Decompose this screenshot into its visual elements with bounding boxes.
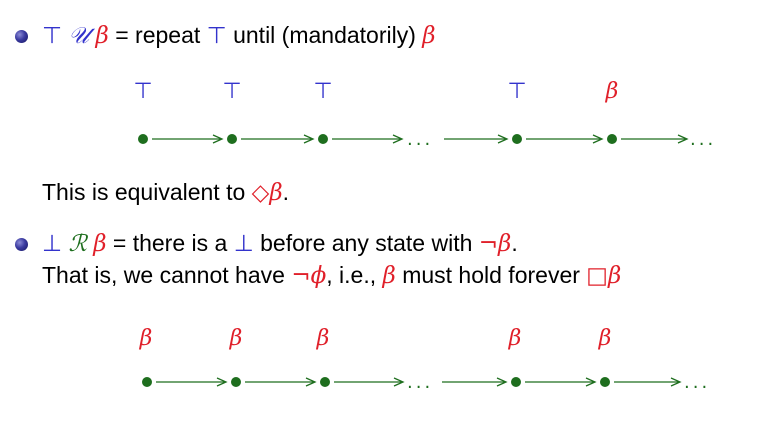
- state-sequence-diagram: [138, 134, 689, 144]
- release-text-1: = there is a: [106, 230, 234, 256]
- beta-symbol: β: [382, 263, 396, 289]
- release-text-2: before any state with: [253, 230, 479, 256]
- state-node: [318, 134, 328, 144]
- beta-symbol: β: [95, 23, 109, 49]
- state-node: [138, 134, 148, 144]
- eventually-operator: ◇: [251, 180, 270, 206]
- bottom-symbol: ⊥: [233, 231, 254, 257]
- explanation-text-2: , i.e.,: [326, 262, 383, 288]
- until-definition: ⊤ 𝒰 β = repeat ⊤ until (mandatorily) β: [42, 21, 436, 50]
- state-node: [227, 134, 237, 144]
- release-operator: ℛ: [68, 231, 87, 257]
- beta-symbol: β: [608, 263, 622, 289]
- state-node: [511, 377, 521, 387]
- release-definition: ⊥ ℛ β = there is a ⊥ before any state wi…: [42, 229, 518, 258]
- state-label: β: [139, 326, 153, 351]
- state-node: [600, 377, 610, 387]
- state-sequence-diagram: [142, 377, 682, 387]
- until-text-2: until (mandatorily): [226, 22, 423, 48]
- bullet-icon: [15, 238, 28, 251]
- state-label: ⊤: [507, 79, 527, 104]
- state-node: [320, 377, 330, 387]
- equivalence-text: This is equivalent to: [42, 179, 252, 205]
- ellipsis: ...: [407, 129, 434, 150]
- state-node: [231, 377, 241, 387]
- negated-beta: ¬β: [478, 231, 512, 257]
- period: .: [282, 179, 290, 205]
- top-symbol: ⊤: [42, 23, 63, 49]
- state-node: [607, 134, 617, 144]
- negated-phi: ¬ϕ: [291, 263, 327, 289]
- until-text-1: = repeat: [108, 22, 207, 48]
- state-label: β: [605, 79, 619, 104]
- state-node: [512, 134, 522, 144]
- bottom-symbol: ⊥: [42, 231, 63, 257]
- state-label: ⊤: [222, 79, 242, 104]
- until-operator: 𝒰: [68, 23, 90, 49]
- state-label: β: [598, 326, 612, 351]
- beta-symbol: β: [422, 23, 436, 49]
- top-symbol: ⊤: [206, 23, 227, 49]
- period: .: [511, 230, 518, 256]
- state-label: β: [508, 326, 522, 351]
- equivalence-note: This is equivalent to ◇β.: [42, 178, 289, 207]
- explanation-text-1: That is, we cannot have: [42, 262, 292, 288]
- state-label: ⊤: [313, 79, 333, 104]
- ellipsis: ...: [690, 129, 717, 150]
- ellipsis: ...: [407, 372, 434, 393]
- always-operator: □: [586, 263, 609, 289]
- explanation-text-3: must hold forever: [395, 262, 587, 288]
- state-label: β: [316, 326, 330, 351]
- state-label: β: [229, 326, 243, 351]
- beta-symbol: β: [93, 231, 107, 257]
- beta-symbol: β: [269, 180, 283, 206]
- state-label: ⊤: [133, 79, 153, 104]
- ellipsis: ...: [684, 372, 711, 393]
- state-node: [142, 377, 152, 387]
- bullet-icon: [15, 30, 28, 43]
- release-explanation: That is, we cannot have ¬ϕ, i.e., β must…: [42, 261, 621, 290]
